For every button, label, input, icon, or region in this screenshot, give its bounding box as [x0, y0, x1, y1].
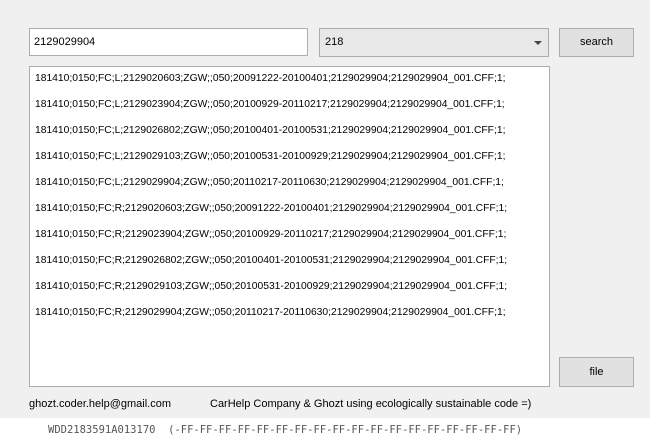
list-item[interactable]: 181410;0150;FC;L;2129029904;ZGW;;050;201…	[35, 175, 504, 191]
chevron-down-icon[interactable]	[534, 41, 542, 45]
list-item[interactable]: 181410;0150;FC;R;2129026802;ZGW;;050;201…	[35, 253, 507, 269]
list-item[interactable]: 181410;0150;FC;R;2129020603;ZGW;;050;200…	[35, 201, 507, 217]
combo-selected-value: 218	[325, 36, 344, 48]
results-list[interactable]: 181410;0150;FC;L;2129020603;ZGW;;050;200…	[29, 66, 550, 387]
background-window: WDD2183591A013170 (-FF-FF-FF-FF-FF-FF-FF…	[0, 418, 655, 438]
background-window-text: WDD2183591A013170 (-FF-FF-FF-FF-FF-FF-FF…	[48, 424, 523, 436]
list-item[interactable]: 181410;0150;FC;L;2129029103;ZGW;;050;201…	[35, 149, 505, 165]
app-window: 2129029904 218 search 181410;0150;FC;L;2…	[0, 0, 650, 418]
credit-text: CarHelp Company & Ghozt using ecological…	[210, 398, 532, 410]
list-item[interactable]: 181410;0150;FC;L;2129026802;ZGW;;050;201…	[35, 123, 505, 139]
contact-email: ghozt.coder.help@gmail.com	[29, 398, 172, 410]
search-button[interactable]: search	[559, 28, 634, 57]
list-item[interactable]: 181410;0150;FC;R;2129029904;ZGW;;050;201…	[35, 305, 506, 321]
search-input[interactable]: 2129029904	[29, 28, 308, 56]
list-item[interactable]: 181410;0150;FC;L;2129023904;ZGW;;050;201…	[35, 97, 505, 113]
window-edge	[650, 0, 655, 418]
list-item[interactable]: 181410;0150;FC;L;2129020603;ZGW;;050;200…	[35, 71, 505, 87]
list-item[interactable]: 181410;0150;FC;R;2129029103;ZGW;;050;201…	[35, 279, 507, 295]
list-item[interactable]: 181410;0150;FC;R;2129023904;ZGW;;050;201…	[35, 227, 506, 243]
model-combo-box[interactable]: 218	[319, 28, 549, 57]
file-button[interactable]: file	[559, 357, 634, 387]
